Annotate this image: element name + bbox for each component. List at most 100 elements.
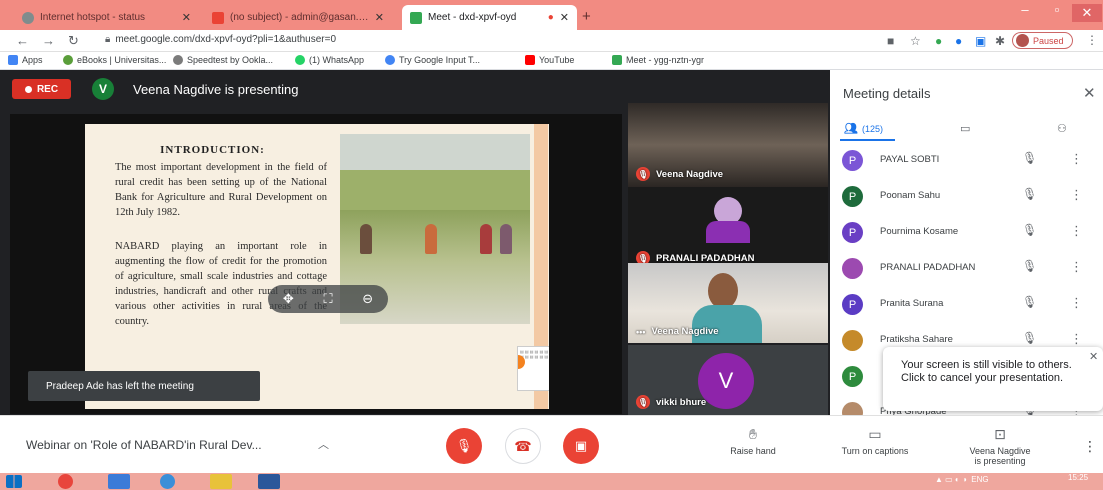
mic-off-icon[interactable]: 🎙︎: [1022, 223, 1037, 237]
participant-name: PRANALI PADADHAN: [880, 262, 976, 273]
mic-off-icon[interactable]: 🎙︎: [1022, 295, 1037, 309]
language-indicator[interactable]: ENG: [971, 475, 988, 484]
participant-tile[interactable]: 🎙︎ PRANALI PADADHAN: [628, 187, 828, 271]
extension-icon[interactable]: ●: [955, 34, 962, 48]
tab-gmail[interactable]: (no subject) - admin@gasan.org ✕: [204, 5, 392, 30]
presenting-button[interactable]: ⊡ Veena Nagdive is presenting: [960, 426, 1040, 466]
camera-off-icon: ▣: [574, 438, 588, 453]
profile-button[interactable]: Paused: [1012, 32, 1073, 49]
more-options-icon[interactable]: ⋮: [1083, 438, 1097, 455]
close-icon[interactable]: ✕: [560, 11, 569, 24]
bookmark-label: Apps: [22, 55, 43, 65]
more-options-icon[interactable]: ⋮: [1070, 223, 1083, 239]
participant-name: Pratiksha Sahare: [880, 334, 953, 345]
raise-hand-button[interactable]: ✋︎ Raise hand: [723, 426, 783, 456]
extension-icon[interactable]: ▣: [975, 34, 986, 48]
shared-screen[interactable]: INTRODUCTION: The most important develop…: [10, 114, 622, 414]
participant-tile[interactable]: ••• Veena Nagdive: [628, 263, 828, 343]
bookmark-whatsapp[interactable]: (1) WhatsApp: [295, 55, 364, 65]
bookmark-apps[interactable]: Apps: [8, 55, 43, 65]
participant-row[interactable]: P PAYAL SOBTI 🎙︎ ⋮: [830, 142, 1103, 178]
participant-tile[interactable]: 🎙︎ Veena Nagdive: [628, 103, 828, 187]
people-count: (125): [861, 123, 883, 134]
avatar: P: [842, 150, 863, 171]
tab-chat[interactable]: ▭: [960, 122, 970, 135]
tab-people[interactable]: 👥︎ (125): [844, 122, 883, 135]
tab-internet-hotspot[interactable]: Internet hotspot - status ✕: [14, 5, 199, 30]
bookmark-label: Meet - ygg-nztn-ygr: [626, 55, 705, 65]
close-icon[interactable]: ✕: [182, 11, 191, 24]
mic-off-icon[interactable]: 🎙︎: [1022, 187, 1037, 201]
app-icon[interactable]: [108, 474, 130, 489]
participant-tile[interactable]: V 🎙︎ vikki bhure: [628, 345, 828, 415]
participant-name: Poonam Sahu: [880, 190, 941, 201]
more-options-icon[interactable]: ⋮: [1070, 259, 1083, 275]
mic-off-icon[interactable]: 🎙︎: [1022, 151, 1037, 165]
apps-grid-icon: [8, 55, 18, 65]
mic-off-icon[interactable]: 🎙︎: [1022, 259, 1037, 273]
address-bar[interactable]: 🔒︎ meet.google.com/dxd-xpvf-oyd?pli=1&aut…: [105, 34, 336, 45]
maximize-button[interactable]: ▫: [1042, 2, 1072, 17]
camera-toggle-button[interactable]: ▣: [563, 428, 599, 464]
more-options-icon[interactable]: ⋮: [1070, 187, 1083, 203]
windows-taskbar: ▲ ▭ ◐ ◑ ENG 15:25: [0, 473, 1103, 490]
meeting-title[interactable]: Webinar on 'Role of NABARD'in Rural Dev.…: [26, 438, 262, 452]
close-icon[interactable]: ✕: [1089, 351, 1098, 364]
pin-icon[interactable]: ✥: [283, 291, 294, 307]
chevron-up-icon[interactable]: ︿: [318, 436, 329, 452]
bookmark-star-icon[interactable]: ☆: [910, 34, 921, 48]
bookmark-youtube[interactable]: YouTube: [525, 55, 574, 65]
globe-icon: [22, 11, 34, 24]
tab-title: Meet - dxd-xpvf-oyd: [428, 12, 517, 23]
tab-activities[interactable]: ⚇: [1057, 122, 1067, 135]
forward-arrow-icon[interactable]: →: [42, 33, 55, 48]
word-icon[interactable]: [258, 474, 280, 489]
more-options-icon[interactable]: ⋮: [1070, 295, 1083, 311]
participant-row[interactable]: P Poonam Sahu 🎙︎ ⋮: [830, 178, 1103, 214]
windows-start-icon[interactable]: [6, 475, 22, 488]
close-icon[interactable]: ✕: [375, 11, 384, 24]
file-explorer-icon[interactable]: [210, 474, 232, 489]
more-options-icon[interactable]: ⋮: [1070, 151, 1083, 167]
ebooks-icon: [63, 55, 73, 65]
meet-icon: [612, 55, 622, 65]
participant-row[interactable]: P Pournima Kosame 🎙︎ ⋮: [830, 214, 1103, 250]
tile-label: 🎙︎ vikki bhure: [636, 395, 706, 409]
new-tab-button[interactable]: +: [582, 8, 591, 25]
bookmark-google-input[interactable]: Try Google Input T...: [385, 55, 480, 65]
extension-icon[interactable]: ●: [935, 34, 942, 48]
recording-label: REC: [36, 83, 59, 95]
bookmark-speedtest[interactable]: Speedtest by Ookla...: [173, 55, 273, 65]
bookmark-meet[interactable]: Meet - ygg-nztn-ygr: [612, 55, 704, 65]
screenshot-thumbnail: ▤ ▤ ▤ ▤ ▤ ▤ ▤ ▤ ▤ ▤ ▤ ▤ ▤ ▤ ▤ ▤ ▤ ▤ ▤ ▤ …: [517, 346, 549, 391]
chrome-icon[interactable]: [58, 474, 73, 489]
window-close-button[interactable]: ✕: [1072, 4, 1102, 22]
clock[interactable]: 15:25: [1068, 474, 1088, 482]
lock-icon: 🔒︎: [105, 34, 111, 45]
extensions-puzzle-icon[interactable]: ✱: [995, 34, 1005, 48]
avatar: [1016, 34, 1029, 47]
bookmark-ebooks[interactable]: eBooks | Universitas...: [63, 55, 166, 65]
close-icon[interactable]: ✕: [1083, 84, 1096, 102]
fullscreen-icon[interactable]: ⛶: [323, 291, 332, 307]
tab-meet[interactable]: Meet - dxd-xpvf-oyd ● ✕: [402, 5, 577, 30]
browser-menu-icon[interactable]: ⋮: [1086, 33, 1098, 47]
screen-visible-toast[interactable]: Your screen is still visible to others. …: [883, 347, 1103, 411]
captions-icon: ▭: [868, 426, 882, 442]
leave-call-button[interactable]: ☎︎: [505, 428, 541, 464]
camera-icon[interactable]: ■: [887, 34, 894, 48]
system-tray: ▲ ▭ ◐ ◑ ENG: [935, 475, 989, 484]
mic-off-icon[interactable]: 🎙︎: [1022, 331, 1037, 345]
back-arrow-icon[interactable]: ←: [16, 33, 29, 48]
minus-icon[interactable]: ⊖: [362, 291, 373, 307]
participant-row[interactable]: P Pranita Surana 🎙︎ ⋮: [830, 286, 1103, 322]
more-options-icon[interactable]: ⋮: [1070, 331, 1083, 347]
reload-icon[interactable]: ↻: [68, 33, 79, 49]
edge-icon[interactable]: [160, 474, 175, 489]
slide-paragraph: NABARD playing an important role in augm…: [115, 241, 327, 327]
tab-indicator: [840, 139, 895, 141]
participant-row[interactable]: PRANALI PADADHAN 🎙︎ ⋮: [830, 250, 1103, 286]
captions-button[interactable]: ▭ Turn on captions: [830, 426, 920, 456]
mic-toggle-button[interactable]: 🎙︎: [446, 428, 482, 464]
minimize-button[interactable]: –: [1010, 2, 1040, 17]
